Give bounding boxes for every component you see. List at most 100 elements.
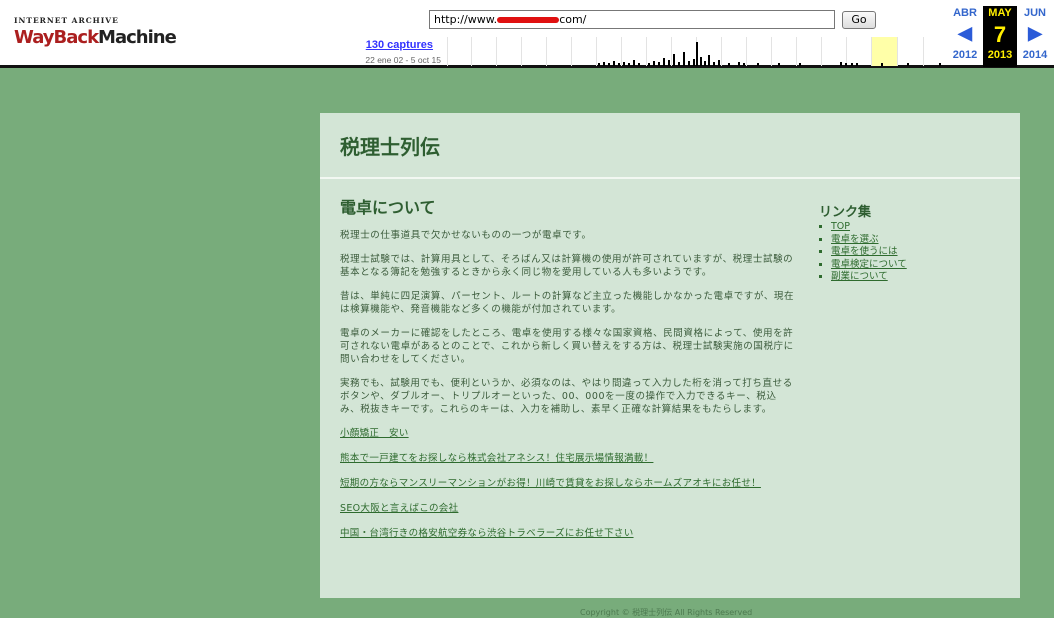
capture-sparkline[interactable] [447, 37, 949, 66]
sidebar-link-exam[interactable]: 電卓検定について [831, 259, 907, 270]
next-arrow-icon[interactable]: ▶ [1018, 21, 1052, 45]
logo-wayback-machine-text: WayBackMachine [14, 27, 177, 49]
capture-bar [678, 62, 680, 66]
captures-link[interactable]: 130 captures [330, 39, 433, 51]
current-month-label: MAY [988, 7, 1012, 19]
capture-bar [799, 63, 801, 66]
article-paragraph: 昔は、単純に四足演算、パーセント、ルートの計算など主立った機能しかなかった電卓で… [340, 291, 795, 315]
ad-link[interactable]: 短期の方ならマンスリーマンションがお得！川崎で賃貸をお探しならホームズアオキにお… [340, 477, 795, 490]
prev-arrow-icon[interactable]: ◀ [948, 21, 982, 45]
next-capture-nav[interactable]: JUN ▶ 2014 [1018, 6, 1052, 62]
article-paragraph: 税理士試験では、計算用具として、そろばん又は計算機の使用が許可されていますが、税… [340, 254, 794, 278]
capture-bar [673, 54, 675, 66]
sidebar-item-usage: 電卓を使うには [831, 246, 1009, 259]
sparkline-year-2021[interactable] [923, 37, 949, 66]
capture-bar [907, 63, 909, 66]
ad-link[interactable]: 中国・台湾行きの格安航空券なら渋谷トラベラーズにお任せ下さい [340, 527, 795, 540]
wayback-toolbar: INTERNET ARCHIVE WayBackMachine http://w… [0, 0, 1054, 68]
logo-internet-archive-text: INTERNET ARCHIVE [14, 16, 119, 25]
url-redaction-mark [497, 17, 560, 23]
sidebar-title: リンク集 [819, 205, 872, 220]
sparkline-year-2016[interactable] [796, 37, 821, 66]
capture-bar [648, 63, 650, 66]
sparkline-year-2006[interactable] [546, 37, 571, 66]
sidebar-link-list: TOP 電卓を選ぶ 電卓を使うには 電卓検定について 副業について [819, 221, 1009, 284]
title-divider [320, 177, 1020, 179]
sparkline-year-2015[interactable] [771, 37, 796, 66]
capture-bar [603, 62, 605, 66]
capture-bar [708, 55, 710, 66]
capture-bar [778, 63, 780, 66]
capture-bar [840, 62, 842, 66]
sparkline-year-2004[interactable] [496, 37, 521, 66]
capture-bar [704, 61, 706, 66]
sparkline-year-2014[interactable] [746, 37, 771, 66]
wayback-logo[interactable]: INTERNET ARCHIVE WayBackMachine [14, 16, 177, 56]
capture-bar [683, 52, 685, 66]
capture-bar [743, 63, 745, 66]
capture-date-range: 22 ene 02 - 5 oct 15 [365, 55, 441, 65]
sparkline-year-2003[interactable] [471, 37, 496, 66]
sidebar-item-exam: 電卓検定について [831, 259, 1009, 272]
capture-bar [598, 63, 600, 66]
url-prefix: http://www. [434, 13, 498, 26]
sparkline-year-2017[interactable] [821, 37, 846, 66]
capture-bar [638, 63, 640, 66]
capture-bar [738, 62, 740, 66]
current-day-label: 7 [993, 22, 1007, 47]
sidebar-item-choose: 電卓を選ぶ [831, 234, 1009, 247]
current-capture-date: MAY 7 2013 [983, 6, 1017, 67]
sidebar-link-choose[interactable]: 電卓を選ぶ [831, 234, 879, 245]
capture-bar [658, 62, 660, 66]
capture-bar [728, 63, 730, 66]
current-year-label: 2013 [987, 49, 1013, 61]
sidebar-link-top[interactable]: TOP [831, 221, 850, 232]
article-heading: 電卓について [340, 198, 436, 217]
capture-bar [613, 61, 615, 66]
sparkline-year-2007[interactable] [571, 37, 596, 66]
next-year-label[interactable]: 2014 [1018, 48, 1052, 62]
capture-bar [623, 62, 625, 66]
sidebar-item-side-job: 副業について [831, 271, 1009, 284]
url-input[interactable]: http://www. com/ [429, 10, 835, 29]
sidebar-link-side-job[interactable]: 副業について [831, 271, 888, 282]
main-content: 電卓について 税理士の仕事道具で欠かせないものの一つが電卓です。 税理士試験では… [340, 197, 795, 552]
capture-bar [618, 63, 620, 66]
article-paragraph: 実務でも、試験用でも、便利というか、必須なのは、やはり間違って入力した桁を消って… [340, 378, 793, 415]
capture-bar [608, 63, 610, 66]
capture-bar [718, 60, 720, 66]
sparkline-year-2002[interactable] [447, 37, 471, 66]
article-paragraph: 電卓のメーカーに確認をしたところ、電卓を使用する様々な国家資格、民間資格によって… [340, 328, 794, 365]
sparkline-year-2008[interactable] [596, 37, 621, 66]
article-paragraph: 税理士の仕事道具で欠かせないものの一つが電卓です。 [340, 230, 592, 241]
capture-bar [633, 60, 635, 66]
footer-copyright: Copyright © 税理士列伝 All Rights Reserved [580, 608, 753, 617]
capture-bar [881, 63, 883, 66]
capture-bar [713, 62, 715, 66]
capture-bar [663, 58, 665, 66]
sparkline-year-2019[interactable] [871, 37, 897, 66]
capture-bar [688, 61, 690, 66]
prev-year-label[interactable]: 2012 [948, 48, 982, 62]
site-title[interactable]: 税理士列伝 [340, 131, 440, 160]
capture-bar [845, 63, 847, 66]
prev-capture-nav[interactable]: ABR ◀ 2012 [948, 6, 982, 62]
go-button[interactable]: Go [842, 11, 876, 29]
sparkline-year-2020[interactable] [897, 37, 923, 66]
capture-bar [628, 63, 630, 66]
sparkline-year-2013[interactable] [721, 37, 746, 66]
next-month-label[interactable]: JUN [1018, 6, 1052, 21]
sparkline-year-2005[interactable] [521, 37, 546, 66]
ad-link[interactable]: 熊本で一戸建てをお探しなら株式会社アネシス！住宅展示場情報満載！ [340, 452, 795, 465]
ad-link[interactable]: SEO大阪と言えばこの会社 [340, 502, 795, 515]
capture-bar [851, 63, 853, 66]
sparkline-year-2018[interactable] [846, 37, 871, 66]
prev-month-label[interactable]: ABR [948, 6, 982, 21]
capture-bar [856, 63, 858, 66]
sidebar-item-top: TOP [831, 221, 1009, 234]
capture-bar [700, 57, 702, 66]
sidebar-link-usage[interactable]: 電卓を使うには [831, 246, 898, 257]
ad-link[interactable]: 小顔矯正 安い [340, 427, 795, 440]
capture-bar [757, 63, 759, 66]
capture-bar [939, 63, 941, 66]
